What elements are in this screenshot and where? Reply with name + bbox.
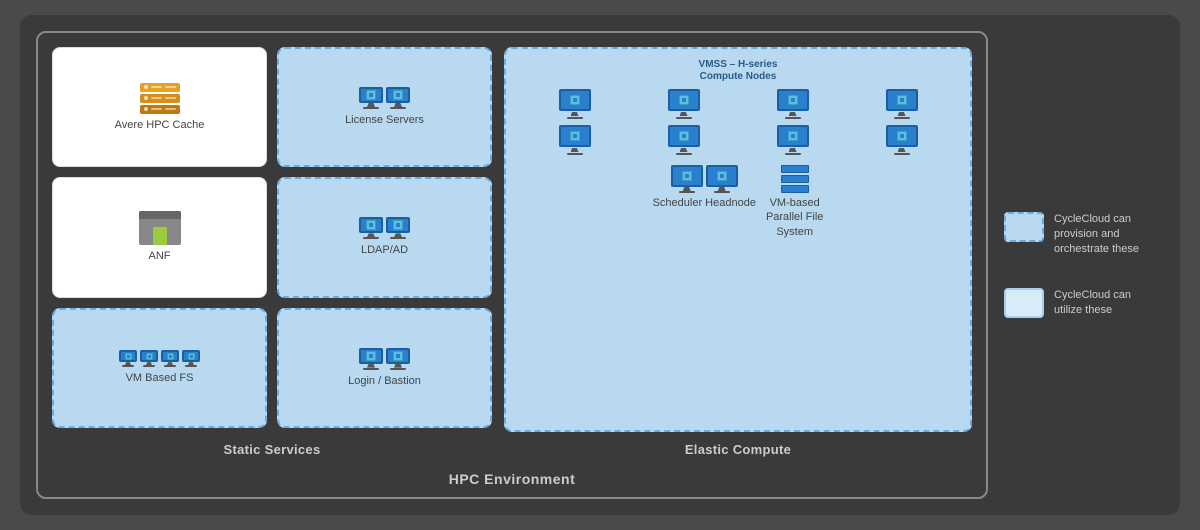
license-label: License Servers [345, 113, 424, 127]
avere-label: Avere HPC Cache [115, 118, 205, 132]
scheduler-monitor-1 [671, 165, 703, 193]
compute-node [522, 125, 627, 155]
legend-item-1: CycleCloud can provision and orchestrate… [1004, 212, 1156, 258]
elastic-compute-column: VMSS – H-series Compute Nodes [504, 47, 972, 457]
compute-node [849, 89, 954, 119]
static-services-column: Avere HPC Cache [52, 47, 492, 457]
scheduler-label: Scheduler Headnode [653, 196, 756, 210]
license-icon-container [359, 87, 410, 109]
compute-node [740, 125, 845, 155]
static-grid: Avere HPC Cache [52, 47, 492, 428]
compute-node [522, 89, 627, 119]
ldap-label: LDAP/AD [361, 243, 408, 257]
pfs-icon [781, 165, 809, 193]
anf-label: ANF [149, 249, 171, 263]
anf-icon [139, 211, 181, 245]
elastic-compute-label: Elastic Compute [504, 438, 972, 457]
hpc-inner: Avere HPC Cache [38, 33, 986, 463]
vmfs-monitor-4 [182, 350, 200, 367]
vmfs-monitor-1 [119, 350, 137, 367]
card-vmfs: VM Based FS [52, 308, 267, 428]
card-anf: ANF [52, 177, 267, 297]
legend: CycleCloud can provision and orchestrate… [1004, 212, 1164, 319]
card-avere: Avere HPC Cache [52, 47, 267, 167]
login-monitor-2 [386, 348, 410, 370]
ldap-icon-container [359, 217, 410, 239]
compute-node [849, 125, 954, 155]
ldap-monitor-1 [359, 217, 383, 239]
vmss-label: VMSS – H-series Compute Nodes [516, 59, 960, 83]
hpc-label: HPC Environment [38, 463, 986, 497]
legend-box-blue [1004, 212, 1044, 242]
login-monitor-1 [359, 348, 383, 370]
legend-text-1: CycleCloud can provision and orchestrate… [1054, 212, 1156, 258]
hpc-outer-box: Avere HPC Cache [36, 31, 988, 499]
legend-text-2: CycleCloud can utilize these [1054, 288, 1156, 319]
compute-node [631, 125, 736, 155]
legend-item-2: CycleCloud can utilize these [1004, 288, 1156, 319]
pfs-label: VM-based Parallel File System [766, 196, 823, 239]
card-login: Login / Bastion [277, 308, 492, 428]
disk-layer-2 [140, 94, 180, 103]
main-container: Avere HPC Cache [20, 15, 1180, 515]
compute-node [740, 89, 845, 119]
monitor-icon-2 [386, 87, 410, 109]
card-license: License Servers [277, 47, 492, 167]
compute-nodes-row2 [516, 125, 960, 155]
monitor-icon-1 [359, 87, 383, 109]
vmfs-monitor-2 [140, 350, 158, 367]
vmfs-icon-container [119, 350, 200, 367]
scheduler-item: Scheduler Headnode [653, 165, 756, 210]
avere-icon [140, 83, 180, 114]
pfs-item: VM-based Parallel File System [766, 165, 823, 239]
legend-box-light [1004, 288, 1044, 318]
compute-nodes-row1 [516, 89, 960, 119]
disk-layer-1 [140, 83, 180, 92]
login-label: Login / Bastion [348, 374, 421, 388]
scheduler-monitor-2 [706, 165, 738, 193]
bottom-section: Scheduler Headnode VM-based Parallel Fil… [516, 161, 960, 243]
scheduler-icon [671, 165, 738, 193]
elastic-inner-box: VMSS – H-series Compute Nodes [504, 47, 972, 432]
disk-layer-3 [140, 105, 180, 114]
static-services-label: Static Services [52, 438, 492, 457]
ldap-monitor-2 [386, 217, 410, 239]
vmfs-monitor-3 [161, 350, 179, 367]
compute-node [631, 89, 736, 119]
login-icon-container [359, 348, 410, 370]
vmfs-label: VM Based FS [126, 371, 194, 385]
card-ldap: LDAP/AD [277, 177, 492, 297]
